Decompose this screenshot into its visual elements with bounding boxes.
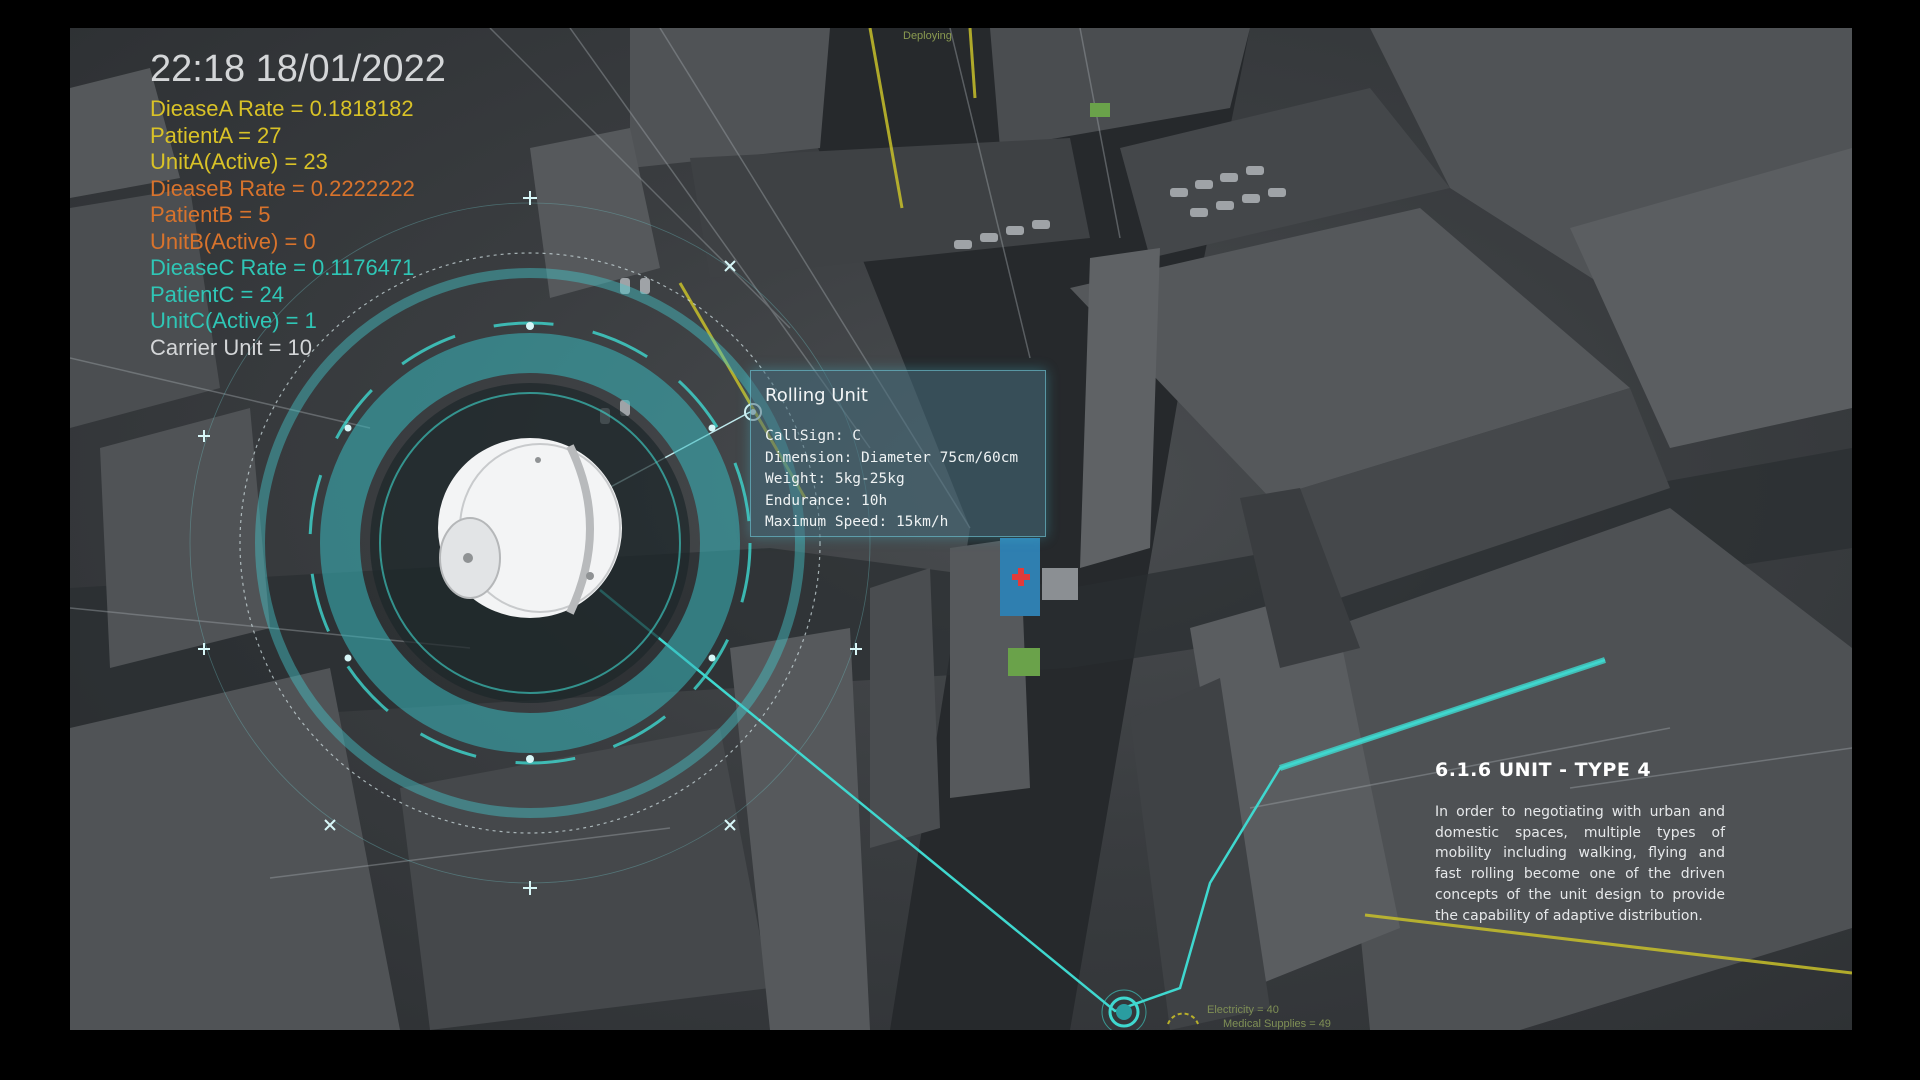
unit-info-tooltip: Rolling Unit CallSign: C Dimension: Diame… — [750, 370, 1046, 537]
section-title: 6.1.6 UNIT - TYPE 4 — [1435, 759, 1652, 781]
tooltip-row: Dimension: Diameter 75cm/60cm — [765, 449, 1019, 466]
hud-stat-line: DieaseA Rate = 0.1818182 — [150, 96, 414, 121]
tooltip-row: Endurance: 10h — [765, 492, 888, 509]
hud-stat-line: UnitB(Active) = 0 — [150, 228, 316, 254]
hud-stat-line: PatientB = 5 — [150, 202, 271, 227]
hud-stat-line: PatientC = 24 — [150, 281, 284, 307]
hud-stat-line: UnitA(Active) = 23 — [150, 149, 328, 174]
hud-stat-line: PatientA = 27 — [150, 122, 282, 148]
tooltip-title: Rolling Unit — [765, 385, 868, 406]
target-ring-icon[interactable] — [1101, 989, 1147, 1030]
city-map-view[interactable]: Deploying Electricity = 40 Medical Suppl… — [70, 28, 1852, 1030]
rolling-unit-model[interactable] — [438, 438, 622, 618]
hud-stat-line: Carrier Unit = 10 — [150, 334, 313, 360]
tooltip-rows: CallSign: C Dimension: Diameter 75cm/60cm… — [765, 426, 1018, 534]
section-description: In order to negotiating with urban and d… — [1435, 804, 1725, 924]
electricity-label: Electricity = 40 — [1207, 1004, 1279, 1016]
tooltip-row: Weight: 5kg-25kg — [765, 471, 905, 487]
hud-stat-line: DieaseB Rate = 0.2222222 — [150, 175, 415, 201]
hud-stat-line: DieaseC Rate = 0.1176471 — [150, 255, 415, 280]
hud-stat-line: UnitC(Active) = 1 — [150, 308, 317, 333]
medical-supplies-label: Medical Supplies = 49 — [1223, 1018, 1331, 1030]
hud-clock: 22:18 18/01/2022 — [150, 48, 446, 90]
deploying-label: Deploying — [903, 30, 952, 42]
tooltip-row: CallSign: C — [765, 428, 862, 444]
tooltip-row: Maximum Speed: 15km/h — [765, 514, 949, 530]
